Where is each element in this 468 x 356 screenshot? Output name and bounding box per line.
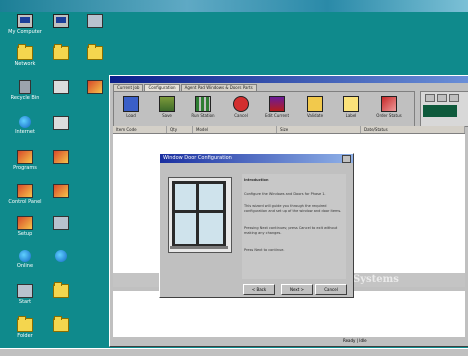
toolbar-save-button[interactable]: Save	[152, 94, 182, 122]
toolbar-run-station-button[interactable]: Run Station	[188, 94, 218, 122]
app-icon	[53, 184, 69, 198]
desktop-icon-extra[interactable]	[40, 184, 82, 198]
toolbar-edit-current-button[interactable]: Edit Current	[262, 94, 292, 122]
window-illustration	[168, 177, 232, 253]
dialog-close-button[interactable]	[342, 155, 351, 163]
load-icon	[123, 96, 139, 112]
back-button[interactable]: < Back	[243, 284, 275, 295]
app-icon	[17, 216, 33, 230]
wizard-heading: Introduction	[244, 178, 269, 182]
app-icon	[53, 150, 69, 164]
printer-icon	[53, 80, 69, 94]
wizard-paragraph: Pressing Next continues; press Cancel to…	[244, 226, 338, 235]
edit-icon	[269, 96, 285, 112]
toolbar-order-status-button[interactable]: Order Status	[374, 94, 404, 122]
cancel-icon	[233, 96, 249, 112]
column-header[interactable]: Qty	[167, 126, 193, 133]
desktop-icon-extra[interactable]	[40, 316, 82, 332]
taskbar	[0, 348, 468, 356]
folder-icon	[53, 282, 69, 298]
order-status-icon	[381, 96, 397, 112]
column-header[interactable]: Size	[277, 126, 361, 133]
save-icon	[159, 96, 175, 112]
list-header: Item Code Qty Model Size Date/Status	[113, 126, 465, 134]
window-frame	[172, 181, 226, 247]
toolbar-load-button[interactable]: Load	[116, 94, 146, 122]
status-text: Ready | Idle	[343, 338, 367, 343]
folder-icon	[87, 44, 103, 60]
globe-icon	[19, 116, 31, 128]
globe-icon	[19, 250, 31, 262]
desktop-icon-extra[interactable]	[40, 250, 82, 262]
tab-configuration[interactable]: Configuration	[144, 84, 180, 91]
panel-close-button[interactable]	[449, 94, 459, 102]
network-icon	[17, 284, 33, 298]
desktop-icon-extra[interactable]	[40, 282, 82, 298]
printer-icon	[53, 116, 69, 130]
run-icon	[195, 96, 211, 112]
cancel-button[interactable]: Cancel	[315, 284, 347, 295]
trash-icon	[19, 80, 31, 94]
tab-bar: Current Job Configuration Agent Pad Wind…	[113, 84, 257, 91]
computer-icon	[17, 14, 33, 28]
toolbar-label-button[interactable]: Label	[336, 94, 366, 122]
panel-minimize-button[interactable]	[425, 94, 435, 102]
next-button[interactable]: Next >	[281, 284, 313, 295]
column-header[interactable]: Model	[193, 126, 277, 133]
app-titlebar[interactable]	[110, 76, 468, 83]
column-header[interactable]: Item Code	[113, 126, 167, 133]
desktop-icon-extra[interactable]	[40, 116, 82, 130]
app-icon	[17, 150, 33, 164]
label-icon	[343, 96, 359, 112]
dialog-title[interactable]: Window Door Configuration	[160, 154, 353, 163]
config-dialog: Window Door Configuration Introduction C…	[159, 153, 354, 298]
desktop: My Computer Network Recycle Bin Internet…	[0, 0, 468, 356]
folder-icon	[53, 316, 69, 332]
status-bar: Ready | Idle	[113, 338, 465, 344]
validate-icon	[307, 96, 323, 112]
tab-parts[interactable]: Agent Pad Windows & Doors Parts	[180, 84, 257, 91]
toolbar: Load Save Run Station Cancel Edit Curren…	[113, 91, 415, 127]
globe-icon	[55, 250, 67, 262]
wizard-paragraph: This wizard will guide you through the r…	[244, 204, 342, 213]
brand-text: Systems	[353, 274, 399, 285]
panel-maximize-button[interactable]	[437, 94, 447, 102]
folder-icon	[17, 316, 33, 332]
network-icon	[87, 14, 103, 28]
app-icon	[87, 80, 103, 94]
app-icon	[17, 184, 33, 198]
dialog-buttons: < Back Next > Cancel	[243, 284, 349, 295]
toolbar-validate-button[interactable]: Validate	[300, 94, 330, 122]
desktop-icon-extra[interactable]	[74, 44, 116, 60]
folder-icon	[17, 44, 33, 60]
desktop-icon-extra[interactable]	[40, 216, 82, 230]
wizard-paragraph: Press Next to continue.	[244, 248, 285, 252]
banner-strip	[0, 0, 468, 12]
tab-current-job[interactable]: Current Job	[113, 84, 144, 91]
wizard-text-panel: Introduction Configure the Windows and D…	[242, 174, 346, 279]
company-panel	[420, 91, 468, 127]
column-header[interactable]: Date/Status	[361, 126, 465, 133]
toolbar-cancel-button[interactable]: Cancel	[226, 94, 256, 122]
wizard-paragraph: Configure the Windows and Doors for Phas…	[244, 192, 326, 196]
desktop-icon-extra[interactable]	[74, 14, 116, 28]
computer-icon	[53, 14, 69, 28]
network-icon	[53, 216, 69, 230]
company-logo	[423, 105, 457, 117]
desktop-icon-extra[interactable]	[40, 150, 82, 164]
folder-icon	[53, 44, 69, 60]
